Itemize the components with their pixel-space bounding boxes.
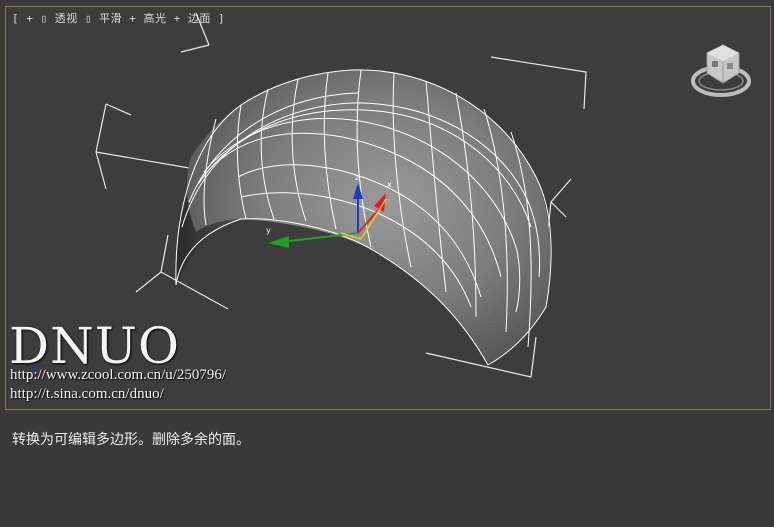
shell-surface <box>186 69 551 365</box>
watermark-title: DNUO <box>9 317 180 375</box>
gizmo-z-label: z <box>355 173 359 182</box>
step-caption: 转换为可编辑多边形。删除多余的面。 <box>12 432 250 448</box>
gizmo-y-label: y <box>266 226 271 235</box>
watermark-url-2: http://t.sina.com.cn/dnuo/ <box>10 386 164 402</box>
gizmo-x-label: x <box>387 180 392 189</box>
viewcube-icon[interactable] <box>689 39 753 105</box>
watermark-url-1: http://www.zcool.com.cn/u/250796/ <box>10 367 227 383</box>
